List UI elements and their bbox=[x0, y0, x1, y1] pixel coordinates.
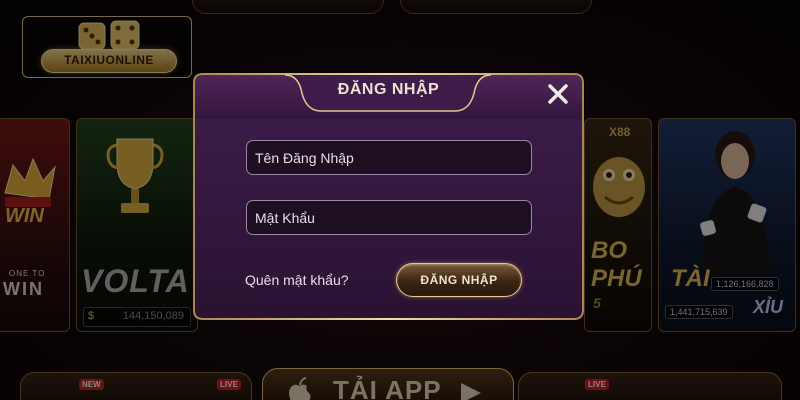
username-input[interactable] bbox=[246, 140, 532, 175]
login-button[interactable]: ĐĂNG NHẬP bbox=[396, 263, 522, 297]
login-modal: ĐĂNG NHẬP Quên mật khẩu? ĐĂNG NHẬP bbox=[193, 73, 584, 320]
password-input[interactable] bbox=[246, 200, 532, 235]
close-icon bbox=[548, 84, 568, 104]
forgot-password-link[interactable]: Quên mật khẩu? bbox=[245, 272, 349, 288]
modal-title: ĐĂNG NHẬP bbox=[337, 81, 440, 98]
close-button[interactable] bbox=[541, 77, 575, 111]
